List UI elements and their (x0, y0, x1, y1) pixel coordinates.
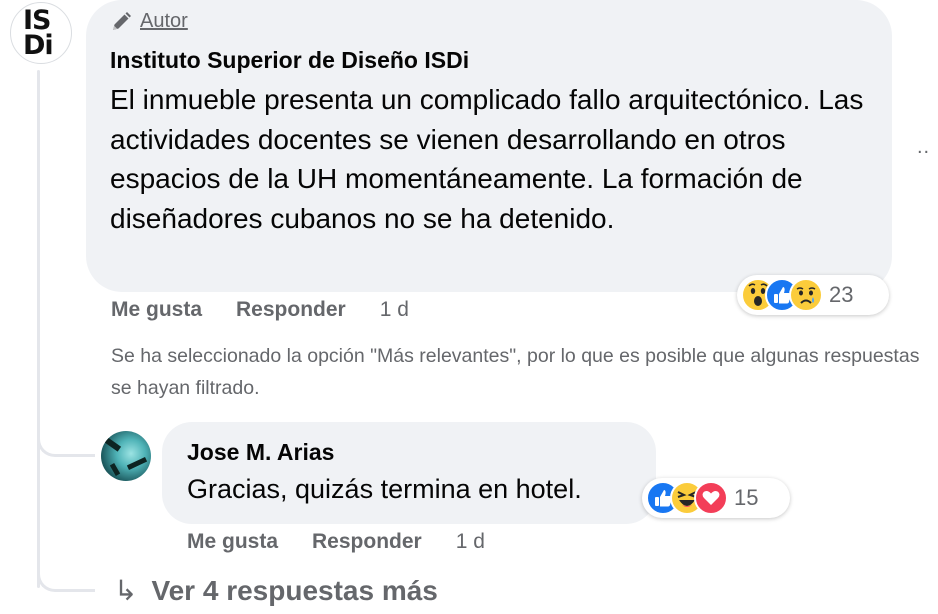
comment-author-name[interactable]: Instituto Superior de Diseño ISDi (110, 47, 469, 74)
avatar-jose[interactable] (101, 431, 151, 481)
love-icon (694, 481, 728, 515)
comment-actions-main: Me gusta Responder 1 d (111, 298, 409, 322)
reaction-summary-reply[interactable]: 15 (642, 478, 790, 518)
comment-actions-reply: Me gusta Responder 1 d (187, 530, 485, 554)
view-more-replies[interactable]: ↳ Ver 4 respuestas más (114, 574, 438, 607)
author-badge: Autor (110, 10, 188, 33)
reaction-count: 15 (734, 485, 759, 510)
comment-bubble-main: Autor Instituto Superior de Diseño ISDi … (86, 0, 892, 292)
comment-bubble-reply: Jose M. Arias Gracias, quizás termina en… (162, 422, 656, 524)
comment-timestamp[interactable]: 1 d (380, 298, 409, 322)
like-button[interactable]: Me gusta (187, 530, 278, 554)
thread-branch-reply (37, 417, 95, 457)
reply-arrow-icon: ↳ (114, 575, 138, 606)
reaction-summary-main[interactable]: 23 (737, 275, 889, 315)
thread-line (37, 70, 40, 588)
more-dots-icon[interactable]: .. (917, 136, 930, 159)
reply-button[interactable]: Responder (236, 298, 346, 322)
reply-author-name[interactable]: Jose M. Arias (187, 439, 334, 466)
view-more-label[interactable]: Ver 4 respuestas más (151, 575, 437, 607)
pencil-icon (110, 11, 132, 33)
reply-button[interactable]: Responder (312, 530, 422, 554)
sad-icon (789, 278, 823, 312)
reaction-count: 23 (829, 282, 854, 307)
thread-branch-view-more (37, 552, 95, 592)
filter-note: Se ha seleccionado la opción "Más releva… (111, 345, 920, 399)
isdi-logo: IS Di (23, 5, 54, 61)
author-badge-label[interactable]: Autor (140, 10, 188, 33)
reply-text: Gracias, quizás termina en hotel. (187, 474, 582, 504)
reply-timestamp[interactable]: 1 d (456, 530, 485, 554)
like-button[interactable]: Me gusta (111, 298, 202, 322)
comment-text: El inmueble presenta un complicado fallo… (110, 84, 864, 234)
avatar-isdi[interactable]: IS Di (10, 2, 72, 64)
